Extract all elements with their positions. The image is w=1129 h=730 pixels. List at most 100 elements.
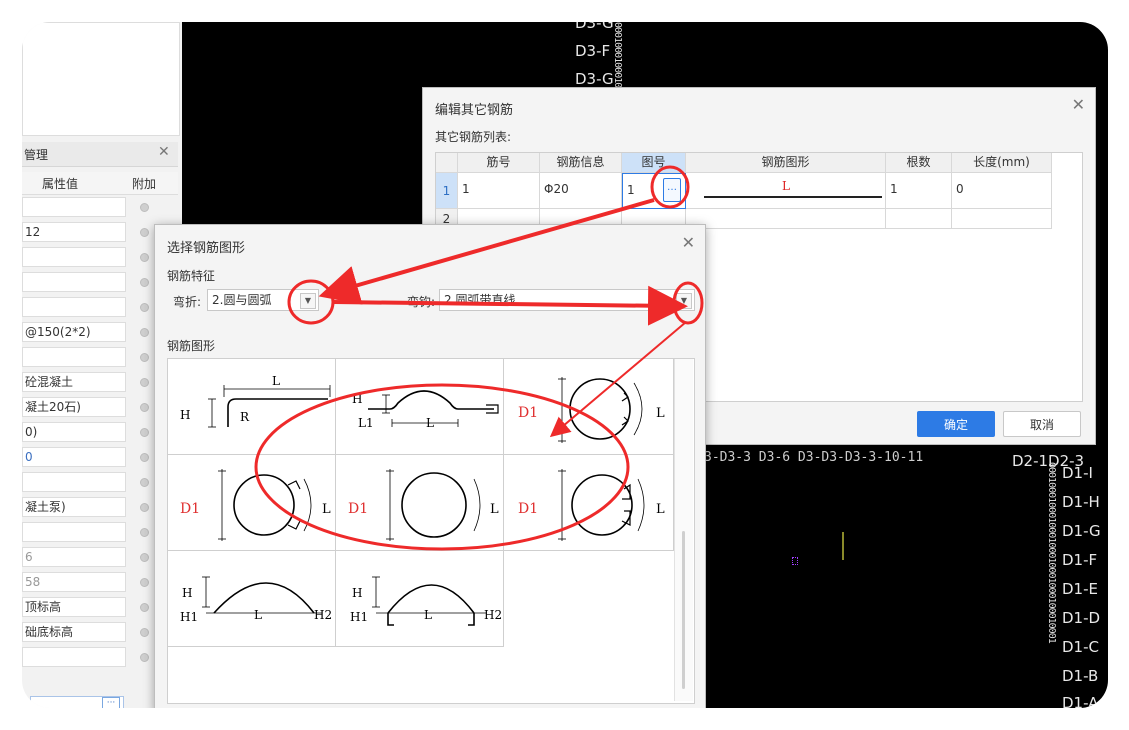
extra-checkbox[interactable] <box>140 303 149 312</box>
property-value[interactable] <box>22 247 126 267</box>
close-icon[interactable]: ✕ <box>158 144 170 160</box>
extra-checkbox[interactable] <box>140 353 149 362</box>
bend-select[interactable]: 2.圆与圆弧 ▼ <box>207 289 319 311</box>
extra-checkbox[interactable] <box>140 253 149 262</box>
extra-checkbox[interactable] <box>140 328 149 337</box>
property-value[interactable]: 砼混凝土 <box>22 372 126 392</box>
shape-label: L <box>322 502 331 517</box>
bar-no-cell[interactable]: 1 <box>458 173 540 209</box>
extra-checkbox[interactable] <box>140 403 149 412</box>
property-value[interactable]: 础底标高 <box>22 622 126 642</box>
feature-section-label: 钢筋特征 <box>167 269 216 283</box>
property-value[interactable]: 0) <box>22 422 126 442</box>
extra-checkbox[interactable] <box>140 603 149 612</box>
cad-vertical-text: 000100010001000100010001000100010001 <box>612 22 623 203</box>
cad-label: D1-I <box>1062 464 1093 482</box>
column-header: 根数 <box>886 153 952 173</box>
extra-checkbox[interactable] <box>140 203 149 212</box>
count-cell[interactable] <box>886 209 952 229</box>
property-value[interactable] <box>22 272 126 292</box>
ellipsis-button[interactable]: … <box>663 178 681 202</box>
extra-checkbox[interactable] <box>140 228 149 237</box>
shape-drawing: H R L <box>180 374 331 428</box>
hook-select[interactable]: 2.圆弧带直线 ▼ <box>439 289 695 311</box>
property-value[interactable]: 凝土泵) <box>22 497 126 517</box>
property-panel-title: 管理 <box>24 148 49 162</box>
shape-label: H1 <box>350 610 368 624</box>
property-value[interactable]: 6 <box>22 547 126 567</box>
cad-label: D1-H <box>1062 493 1100 511</box>
shape-label: H2 <box>314 608 332 622</box>
cad-mark <box>842 532 844 560</box>
shape-option-5[interactable]: D1 L <box>336 455 504 551</box>
select-shape-dialog: 选择钢筋图形 ✕ 钢筋特征 弯折: 2.圆与圆弧 ▼ 弯钩: 2.圆弧带直线 ▼… <box>154 224 706 708</box>
chevron-down-icon[interactable]: ▼ <box>300 293 316 309</box>
close-icon[interactable]: ✕ <box>682 233 695 252</box>
count-cell[interactable]: 1 <box>886 173 952 209</box>
property-value[interactable] <box>22 347 126 367</box>
corner-cell <box>436 153 458 173</box>
extra-checkbox[interactable] <box>140 453 149 462</box>
shape-option-3[interactable]: D1 L <box>504 359 674 455</box>
shape-label: D1 <box>518 501 538 517</box>
extra-checkbox[interactable] <box>140 278 149 287</box>
column-header: 钢筋信息 <box>540 153 622 173</box>
ellipsis-button[interactable]: ··· <box>102 697 120 708</box>
extra-checkbox[interactable] <box>140 653 149 662</box>
cancel-button[interactable]: 取消 <box>1003 411 1081 437</box>
column-header: 长度(mm) <box>952 153 1052 173</box>
shape-option-1[interactable]: H R L <box>168 359 336 455</box>
shape-option-4[interactable]: D1 L <box>168 455 336 551</box>
shape-drawing: D1 L <box>518 469 665 541</box>
extra-checkbox[interactable] <box>140 628 149 637</box>
shape-option-7[interactable]: H H1 L H2 <box>168 551 336 647</box>
property-value[interactable] <box>22 522 126 542</box>
extra-checkbox[interactable] <box>140 553 149 562</box>
extra-checkbox[interactable] <box>140 578 149 587</box>
row-number[interactable]: 1 <box>436 173 458 209</box>
cad-label: D1-G <box>1062 522 1101 540</box>
property-value[interactable]: 0 <box>22 447 126 467</box>
shape-option-6[interactable]: D1 L <box>504 455 674 551</box>
extra-checkbox[interactable] <box>140 528 149 537</box>
extra-checkbox[interactable] <box>140 478 149 487</box>
extra-checkbox[interactable] <box>140 428 149 437</box>
length-cell[interactable] <box>952 209 1052 229</box>
scrollbar-thumb[interactable] <box>682 531 685 689</box>
column-header: 钢筋图形 <box>686 153 886 173</box>
property-value[interactable]: 58 <box>22 572 126 592</box>
property-value[interactable] <box>22 197 126 217</box>
extra-checkbox[interactable] <box>140 503 149 512</box>
extra-checkbox[interactable] <box>140 378 149 387</box>
cad-label: D1-D <box>1062 609 1101 627</box>
bar-info-cell[interactable]: Φ20 <box>540 173 622 209</box>
shape-preview-cell[interactable] <box>686 209 886 229</box>
shape-grid-scrollbar[interactable] <box>674 359 693 701</box>
property-value[interactable] <box>22 647 126 667</box>
property-value[interactable] <box>22 297 126 317</box>
shape-preview-cell[interactable]: L <box>686 173 886 209</box>
chevron-down-icon[interactable]: ▼ <box>676 293 692 309</box>
property-value[interactable]: 12 <box>22 222 126 242</box>
shape-label: H2 <box>484 608 502 622</box>
property-value[interactable]: 顶标高 <box>22 597 126 617</box>
property-value[interactable]: 凝土20石) <box>22 397 126 417</box>
property-value[interactable]: @150(2*2) <box>22 322 126 342</box>
shape-label: L <box>490 502 499 517</box>
property-value[interactable] <box>22 472 126 492</box>
shape-label: H <box>352 392 362 406</box>
cad-label: D3-G <box>575 70 614 88</box>
ok-button[interactable]: 确定 <box>917 411 995 437</box>
shape-no-cell[interactable]: 1 … <box>622 173 686 209</box>
cad-label: D1-F <box>1062 551 1098 569</box>
close-icon[interactable]: ✕ <box>1072 95 1085 114</box>
hook-label: 弯钩: <box>407 295 436 309</box>
bend-label: 弯折: <box>173 295 202 309</box>
cad-vertical-text: 000100010001000100010001000100010001 <box>1046 462 1057 643</box>
cad-label: D1-E <box>1062 580 1098 598</box>
shape-option-2[interactable]: H L1 L <box>336 359 504 455</box>
shape-label: D1 <box>180 501 200 517</box>
property-columns: 属性值 附加 <box>22 172 178 195</box>
shape-option-8[interactable]: H H1 L H2 <box>336 551 504 647</box>
length-cell[interactable]: 0 <box>952 173 1052 209</box>
